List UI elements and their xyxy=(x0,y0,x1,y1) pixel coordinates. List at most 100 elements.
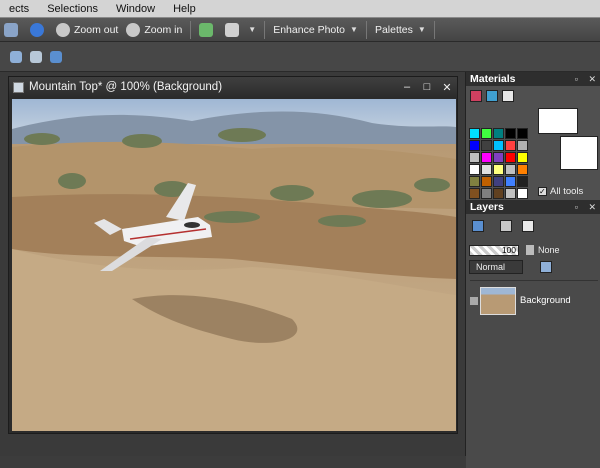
swatch-grid[interactable] xyxy=(469,128,528,199)
color-swatch[interactable] xyxy=(481,176,492,187)
zoom-in-button[interactable]: Zoom in xyxy=(122,20,186,40)
palettes-label: Palettes xyxy=(374,23,413,36)
image-button[interactable] xyxy=(195,20,221,40)
info-button[interactable] xyxy=(26,20,52,40)
minimize-button[interactable]: – xyxy=(397,81,417,94)
materials-palette: ✓ All tools xyxy=(466,86,600,200)
color-swatch[interactable] xyxy=(469,140,480,151)
color-swatch[interactable] xyxy=(481,188,492,199)
zoom-out-label: Zoom out xyxy=(74,23,119,36)
document-title: Mountain Top* @ 100% (Background) xyxy=(29,81,223,93)
color-swatch[interactable] xyxy=(493,128,504,139)
palette-controls[interactable]: ▫ ✕ xyxy=(575,202,600,213)
rainbow-tab-icon[interactable] xyxy=(486,90,498,102)
document-titlebar[interactable]: Mountain Top* @ 100% (Background) – □ ✕ xyxy=(9,77,457,97)
mask-selector[interactable]: None xyxy=(526,245,560,255)
arrange-icon xyxy=(225,22,240,37)
color-swatch[interactable] xyxy=(469,152,480,163)
chevron-down-icon: ▼ xyxy=(248,25,257,34)
layers-palette: 100 None Normal Background xyxy=(466,214,600,468)
color-swatch[interactable] xyxy=(493,140,504,151)
undo-history-button[interactable] xyxy=(0,20,26,40)
menu-help[interactable]: Help xyxy=(164,3,205,15)
zoom-out-icon xyxy=(56,22,70,37)
blend-mode-value: Normal xyxy=(476,262,506,272)
arrange-button[interactable]: ▼ xyxy=(221,20,260,40)
image-canvas[interactable] xyxy=(12,99,456,431)
color-swatch[interactable] xyxy=(517,176,528,187)
enhance-photo-menu[interactable]: Enhance Photo ▼ xyxy=(269,20,362,40)
zoom-in-icon xyxy=(126,22,141,37)
close-button[interactable]: ✕ xyxy=(437,81,457,94)
menu-effects[interactable]: ects xyxy=(0,3,38,15)
color-swatch[interactable] xyxy=(481,164,492,175)
window-icon[interactable] xyxy=(50,50,62,63)
materials-title: Materials xyxy=(470,73,516,85)
color-swatch[interactable] xyxy=(505,152,516,163)
visibility-icon[interactable] xyxy=(470,296,478,305)
layer-effects-icon[interactable] xyxy=(522,220,534,232)
mask-label: None xyxy=(538,245,560,255)
materials-palette-titlebar[interactable]: Materials ▫ ✕ xyxy=(466,72,600,86)
toolbar-separator xyxy=(264,20,266,39)
layer-row-background[interactable]: Background xyxy=(470,280,598,320)
print-icon[interactable] xyxy=(30,50,42,63)
zoom-out-button[interactable]: Zoom out xyxy=(52,20,122,40)
tool-options-icon[interactable] xyxy=(10,50,22,63)
toolbar-separator xyxy=(433,20,435,39)
toolbar-separator xyxy=(190,20,192,39)
color-swatch[interactable] xyxy=(493,176,504,187)
color-swatch[interactable] xyxy=(481,128,492,139)
color-swatch[interactable] xyxy=(481,140,492,151)
color-swatch[interactable] xyxy=(469,164,480,175)
enhance-photo-label: Enhance Photo xyxy=(273,23,346,36)
layer-name: Background xyxy=(520,295,571,306)
toolbar-separator xyxy=(365,20,367,39)
color-swatch[interactable] xyxy=(517,188,528,199)
color-swatch[interactable] xyxy=(469,128,480,139)
chevron-down-icon: ▼ xyxy=(417,25,426,34)
swatches-tab-icon[interactable] xyxy=(502,90,514,102)
color-swatch[interactable] xyxy=(493,164,504,175)
dropper-icon xyxy=(526,245,534,255)
image-icon xyxy=(199,22,214,37)
zoom-in-label: Zoom in xyxy=(144,23,183,36)
frame-tab-icon[interactable] xyxy=(470,90,482,102)
palette-controls[interactable]: ▫ ✕ xyxy=(575,74,600,85)
color-swatch[interactable] xyxy=(469,188,480,199)
layer-thumbnail xyxy=(480,286,516,315)
menu-window[interactable]: Window xyxy=(107,3,164,15)
right-palette-dock: Materials ▫ ✕ ✓ All tools Layers ▫ ✕ 100… xyxy=(465,72,600,468)
color-swatch[interactable] xyxy=(517,152,528,163)
maximize-button[interactable]: □ xyxy=(417,81,437,94)
opacity-value: 100 xyxy=(501,245,516,255)
menu-selections[interactable]: Selections xyxy=(38,3,107,15)
color-swatch[interactable] xyxy=(505,164,516,175)
color-swatch[interactable] xyxy=(505,140,516,151)
opacity-slider[interactable]: 100 xyxy=(469,245,519,256)
lock-icon[interactable] xyxy=(540,261,552,273)
foreground-swatch[interactable] xyxy=(538,108,578,134)
color-swatch[interactable] xyxy=(517,140,528,151)
layers-title: Layers xyxy=(470,201,504,213)
all-tools-checkbox[interactable]: ✓ All tools xyxy=(538,186,583,197)
color-swatch[interactable] xyxy=(493,188,504,199)
color-swatch[interactable] xyxy=(517,128,528,139)
photo-desert-jet xyxy=(12,99,456,431)
color-swatch[interactable] xyxy=(517,164,528,175)
color-swatch[interactable] xyxy=(505,176,516,187)
chevron-down-icon: ▼ xyxy=(350,25,358,34)
all-tools-label: All tools xyxy=(550,186,584,197)
color-swatch[interactable] xyxy=(481,152,492,163)
color-swatch[interactable] xyxy=(505,128,516,139)
color-swatch[interactable] xyxy=(505,188,516,199)
color-swatch[interactable] xyxy=(493,152,504,163)
blend-mode-select[interactable]: Normal xyxy=(469,260,523,274)
color-swatch[interactable] xyxy=(469,176,480,187)
secondary-toolbar xyxy=(0,42,600,72)
background-swatch[interactable] xyxy=(560,136,598,170)
new-layer-icon[interactable] xyxy=(472,220,484,232)
delete-layer-icon[interactable] xyxy=(500,220,512,232)
layers-palette-titlebar[interactable]: Layers ▫ ✕ xyxy=(466,200,600,214)
palettes-menu[interactable]: Palettes ▼ xyxy=(371,20,430,40)
